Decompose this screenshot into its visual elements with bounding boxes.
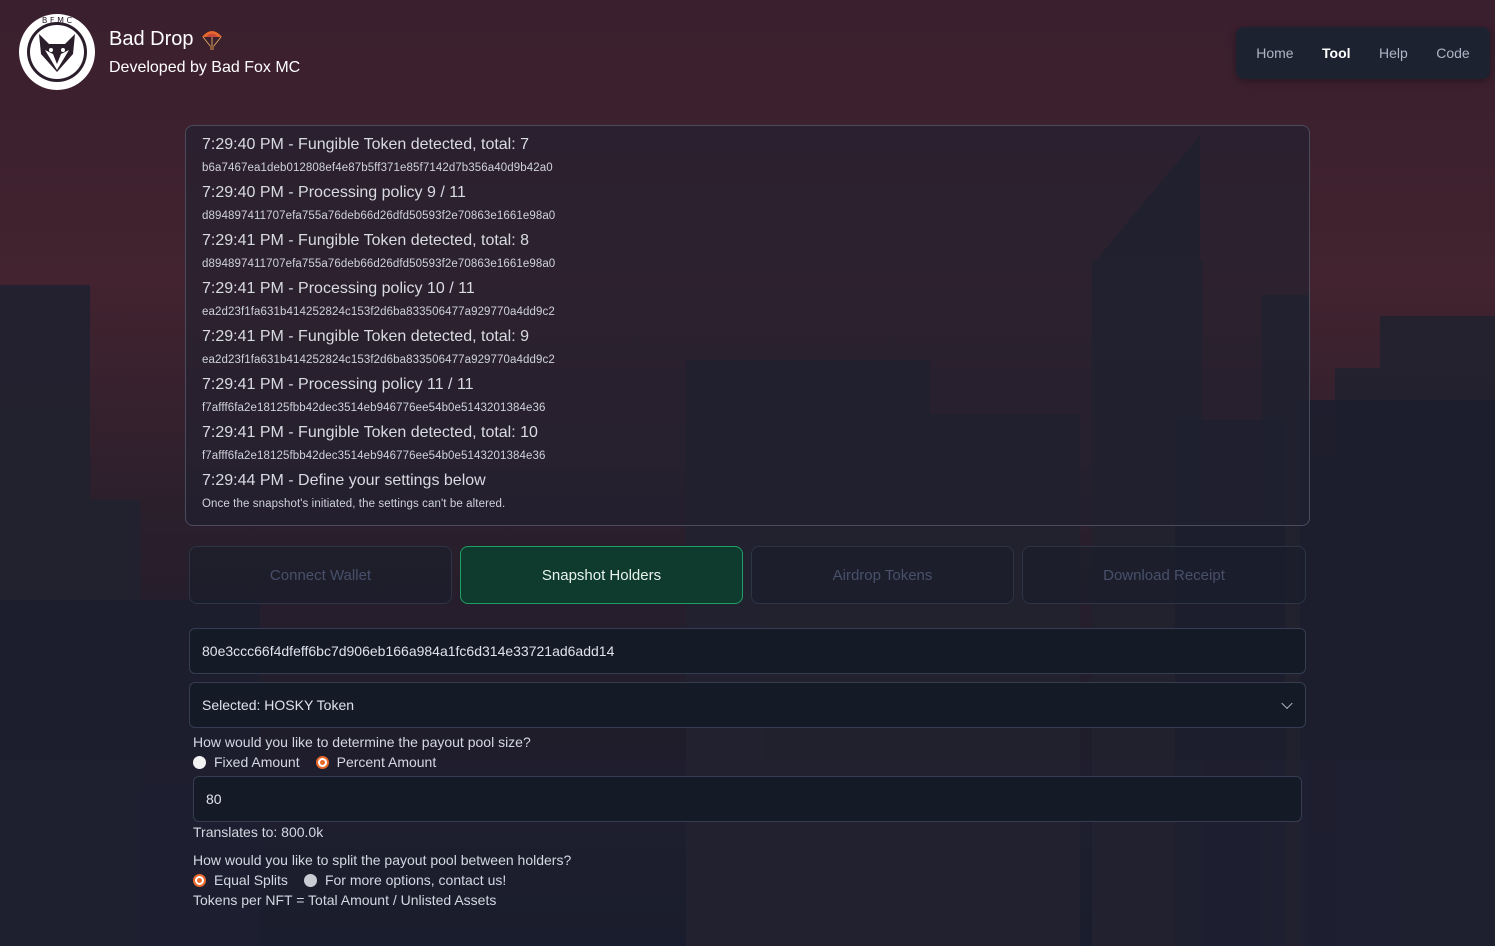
amount-input[interactable]: 80 — [193, 776, 1302, 822]
token-select-value: Selected: HOSKY Token — [202, 697, 355, 713]
translates-to-text: Translates to: 800.0k — [193, 824, 324, 840]
log-detail: ea2d23f1fa631b414252824c153f2d6ba8335064… — [202, 306, 555, 318]
equal-splits-label: Equal Splits — [214, 872, 288, 888]
percent-amount-radio[interactable] — [315, 755, 329, 769]
fixed-amount-label: Fixed Amount — [214, 754, 300, 770]
log-entry: 7:29:41 PM - Fungible Token detected, to… — [202, 422, 1293, 470]
log-entry: 7:29:41 PM - Fungible Token detected, to… — [202, 326, 1293, 374]
log-message: 7:29:44 PM - Define your settings below — [202, 472, 486, 489]
log-detail: Once the snapshot's initiated, the setti… — [202, 498, 506, 510]
log-message: 7:29:40 PM - Fungible Token detected, to… — [202, 136, 530, 153]
log-detail: d894897411707efa755a76deb66d26dfd50593f2… — [202, 258, 556, 270]
policy-id-input[interactable]: 80e3ccc66f4dfeff6bc7d906eb166a984a1fc6d3… — [189, 628, 1306, 674]
log-detail: ea2d23f1fa631b414252824c153f2d6ba8335064… — [202, 354, 555, 366]
equal-splits-radio[interactable] — [193, 873, 206, 887]
app-title-text: Bad Drop — [109, 27, 194, 50]
log-message: 7:29:41 PM - Processing policy 11 / 11 — [202, 376, 474, 393]
log-entry: 7:29:41 PM - Processing policy 11 / 11 f… — [202, 374, 1293, 422]
log-message: 7:29:41 PM - Fungible Token detected, to… — [202, 424, 538, 441]
log-entry: 7:29:40 PM - Processing policy 9 / 11 d8… — [202, 182, 1293, 230]
nav-code[interactable]: Code — [1436, 45, 1469, 61]
pool-size-question: How would you like to determine the payo… — [193, 734, 531, 750]
policy-id-value: 80e3ccc66f4dfeff6bc7d906eb166a984a1fc6d3… — [202, 643, 615, 659]
split-question: How would you like to split the payout p… — [193, 852, 572, 868]
pool-size-options: Fixed Amount Percent Amount — [193, 754, 452, 770]
nav-help[interactable]: Help — [1379, 45, 1408, 61]
airdrop-tokens-button[interactable]: Airdrop Tokens — [751, 546, 1014, 604]
token-select[interactable]: Selected: HOSKY Token — [189, 682, 1306, 728]
equal-splits-option[interactable]: Equal Splits — [193, 872, 288, 888]
fixed-amount-option[interactable]: Fixed Amount — [193, 754, 300, 770]
svg-text:B F M C: B F M C — [42, 16, 73, 25]
activity-log[interactable]: 7:29:40 PM - Fungible Token detected, to… — [185, 125, 1310, 526]
log-entry: 7:29:41 PM - Processing policy 10 / 11 e… — [202, 278, 1293, 326]
log-detail: d894897411707efa755a76deb66d26dfd50593f2… — [202, 210, 556, 222]
app-title: Bad Drop — [109, 27, 224, 51]
fox-club-logo[interactable]: B F M C — [17, 12, 97, 92]
log-detail: b6a7467ea1deb012808ef4e87b5ff371e85f7142… — [202, 162, 553, 174]
log-message: 7:29:41 PM - Fungible Token detected, to… — [202, 328, 530, 345]
chevron-down-icon — [1281, 697, 1293, 710]
nav-tool[interactable]: Tool — [1322, 45, 1351, 61]
more-options-label: For more options, contact us! — [324, 872, 507, 888]
amount-value: 80 — [206, 791, 222, 807]
log-entry: 7:29:41 PM - Fungible Token detected, to… — [202, 230, 1293, 278]
percent-amount-label: Percent Amount — [336, 754, 437, 770]
snapshot-holders-button[interactable]: Snapshot Holders — [460, 546, 743, 604]
top-nav: Home Tool Help Code — [1236, 27, 1490, 79]
connect-wallet-button[interactable]: Connect Wallet — [189, 546, 452, 604]
fixed-amount-radio[interactable] — [193, 755, 206, 769]
step-buttons: Connect Wallet Snapshot Holders Airdrop … — [189, 546, 1306, 604]
download-receipt-button[interactable]: Download Receipt — [1022, 546, 1306, 604]
more-options-radio[interactable] — [303, 873, 317, 887]
log-message: 7:29:41 PM - Processing policy 10 / 11 — [202, 280, 475, 297]
nav-home[interactable]: Home — [1256, 45, 1293, 61]
log-message: 7:29:41 PM - Fungible Token detected, to… — [202, 232, 530, 249]
log-detail: f7afff6fa2e18125fbb42dec3514eb946776ee54… — [202, 450, 546, 462]
log-detail: f7afff6fa2e18125fbb42dec3514eb946776ee54… — [202, 402, 546, 414]
percent-amount-option[interactable]: Percent Amount — [315, 754, 437, 770]
log-message: 7:29:40 PM - Processing policy 9 / 11 — [202, 184, 466, 201]
split-options: Equal Splits For more options, contact u… — [193, 872, 522, 888]
more-options-option[interactable]: For more options, contact us! — [303, 872, 507, 888]
tokens-per-nft-formula: Tokens per NFT = Total Amount / Unlisted… — [193, 892, 497, 908]
app-subtitle: Developed by Bad Fox MC — [109, 59, 301, 76]
log-entry: 7:29:44 PM - Define your settings below … — [202, 470, 1293, 518]
parachute-icon — [201, 31, 222, 50]
header: B F M C Bad Drop Developed by Bad Fox MC… — [0, 0, 1495, 110]
log-entry: 7:29:40 PM - Fungible Token detected, to… — [202, 134, 1293, 182]
